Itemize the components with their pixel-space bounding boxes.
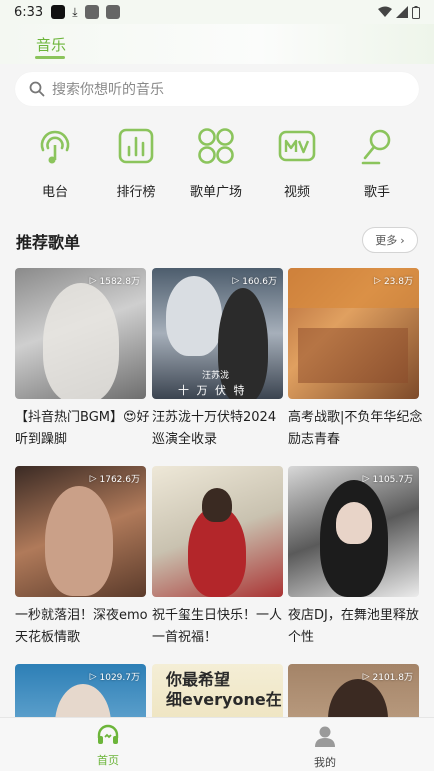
chevron-right-icon: ›: [400, 233, 405, 247]
cover-artist-text: 汪苏泷: [202, 371, 230, 381]
more-button[interactable]: 更多 ›: [362, 227, 418, 253]
status-bar: 6:33 ⤓: [0, 0, 434, 24]
playlist-title: 高考战歌|不负年华纪念励志青春: [288, 410, 423, 447]
play-count: ▷ 1029.7万: [89, 671, 140, 684]
category-radio[interactable]: 电台: [20, 126, 90, 200]
nav-mine[interactable]: 我的: [295, 724, 355, 770]
top-tab-bar: 音乐: [0, 24, 434, 64]
play-icon: ▷: [89, 275, 97, 286]
tab-indicator: [35, 56, 65, 59]
nav-mine-label: 我的: [314, 756, 336, 769]
status-time: 6:33: [14, 4, 44, 20]
playlist-title: 夜店DJ，在舞池里释放个性: [288, 608, 419, 645]
radio-icon: [40, 130, 70, 164]
play-icon: ▷: [362, 671, 370, 682]
play-icon: ▷: [374, 275, 381, 286]
play-icon: ▷: [232, 275, 240, 286]
nav-home[interactable]: 首页: [78, 724, 138, 768]
playlist-cover: ▷ 23.8万: [288, 268, 419, 399]
playlist-title: 祝千玺生日快乐！一人一首祝福！: [152, 608, 283, 645]
notification-icon: [51, 5, 66, 19]
play-count: ▷ 160.6万: [232, 275, 277, 288]
category-label: 歌单广场: [189, 185, 242, 200]
category-label: 排行榜: [116, 185, 156, 200]
nav-home-label: 首页: [97, 754, 119, 767]
category-label: 电台: [41, 185, 68, 200]
headphones-icon: [97, 724, 119, 744]
search-input[interactable]: 搜索你想听的音乐: [15, 72, 419, 106]
section-title: 推荐歌单: [16, 233, 81, 252]
cover-text: 你最希望 细everyone在: [166, 670, 282, 709]
mv-icon: [278, 130, 316, 162]
category-chart[interactable]: 排行榜: [101, 126, 171, 200]
category-label: 视频: [283, 185, 310, 200]
download-icon: ⤓: [72, 4, 78, 19]
signal-icon: [396, 6, 408, 18]
play-count: ▷ 1105.7万: [362, 473, 413, 486]
singer-icon: [361, 129, 391, 165]
playlist-square-icon: [198, 128, 234, 164]
bottom-nav: 首页 我的: [0, 717, 434, 771]
playlist-title: 一秒就落泪！深夜emo天花板情歌: [15, 608, 148, 645]
category-singer[interactable]: 歌手: [342, 126, 412, 200]
category-video[interactable]: 视频: [262, 126, 332, 200]
playlist-title: 汪苏泷十万伏特2024巡演全收录: [152, 410, 277, 447]
user-icon: [315, 726, 335, 747]
app-notification-icon-2: [105, 5, 120, 19]
play-icon: ▷: [89, 671, 97, 682]
play-count: ▷ 2101.8万: [362, 671, 413, 684]
playlist-cover: [152, 466, 283, 597]
play-icon: ▷: [89, 473, 97, 484]
tab-music[interactable]: 音乐: [36, 34, 66, 55]
playlist-title: 【抖音热门BGM】😍好听到躁脚: [15, 410, 150, 447]
search-icon: [29, 81, 45, 97]
play-count: ▷ 1762.6万: [89, 473, 140, 486]
battery-icon: [412, 5, 420, 19]
playlist-cover: 汪苏泷 十 万 伏 特 ▷ 160.6万: [152, 268, 283, 399]
category-playlist-square[interactable]: 歌单广场: [181, 126, 251, 200]
more-label: 更多: [375, 234, 398, 247]
playlist-cover: ▷ 1105.7万: [288, 466, 419, 597]
play-icon: ▷: [362, 473, 370, 484]
search-placeholder: 搜索你想听的音乐: [52, 82, 164, 98]
playlist-cover: ▷ 1762.6万: [15, 466, 146, 597]
category-row: 电台 排行榜 歌单广场 视频 歌手: [0, 126, 434, 200]
cover-text: 十 万 伏 特: [178, 384, 247, 397]
category-label: 歌手: [363, 185, 390, 200]
app-notification-icon: [84, 5, 99, 19]
chart-icon: [118, 128, 154, 164]
playlist-cover: ▷ 1582.8万: [15, 268, 146, 399]
play-count: ▷ 23.8万: [374, 275, 413, 288]
play-count: ▷ 1582.8万: [89, 275, 140, 288]
wifi-icon: [378, 6, 392, 17]
